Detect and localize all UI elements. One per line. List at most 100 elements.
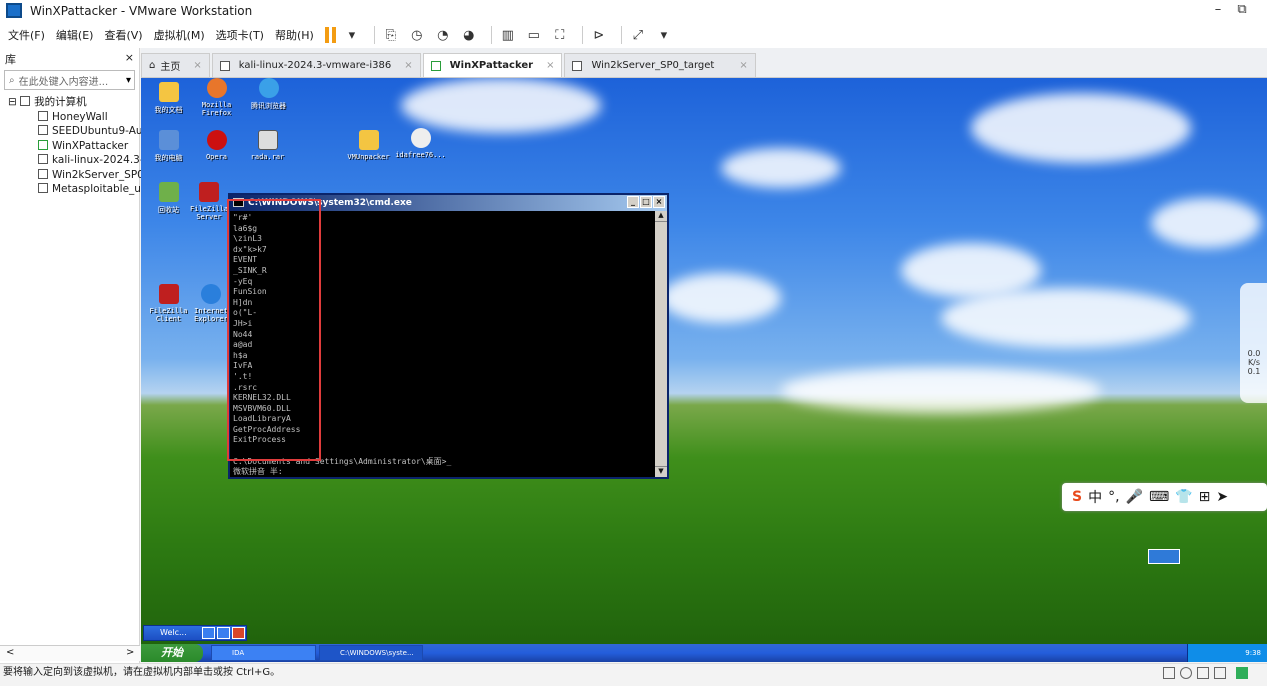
- keyboard-icon[interactable]: ⌨: [1149, 489, 1169, 505]
- minimize-icon[interactable]: [202, 627, 215, 639]
- tree-item-vm[interactable]: SEEDUbuntu9-Au: [8, 124, 143, 139]
- scroll-up-icon[interactable]: ▲: [655, 211, 667, 222]
- close-icon[interactable]: ×: [739, 60, 747, 71]
- welcome-window-minibar[interactable]: Welc...: [143, 625, 247, 641]
- antivirus-float-icon[interactable]: [1148, 549, 1180, 564]
- filezilla-icon: [158, 284, 179, 304]
- close-icon[interactable]: ×: [193, 60, 201, 71]
- search-placeholder: 在此处键入内容进...: [18, 76, 109, 88]
- close-icon[interactable]: ×: [404, 60, 412, 71]
- taskbar-item-ida[interactable]: IDA: [211, 645, 316, 661]
- skin-icon[interactable]: 👕: [1175, 489, 1192, 505]
- microphone-icon[interactable]: 🎤: [1126, 489, 1143, 505]
- revert-snapshot-icon[interactable]: ◔: [433, 25, 453, 45]
- tab-home[interactable]: ⌂ 主页 ×: [141, 53, 210, 77]
- up-speed: 0.0: [1247, 349, 1261, 358]
- chevron-down-icon[interactable]: ▾: [126, 75, 131, 86]
- folder-icon: [358, 130, 379, 150]
- close-icon[interactable]: [232, 627, 245, 639]
- stretch-icon[interactable]: ⤢: [628, 25, 648, 45]
- tree-item-my-computer[interactable]: ⊟ 我的计算机: [8, 95, 139, 110]
- chevron-down-icon[interactable]: ▾: [654, 25, 674, 45]
- search-icon: ⌕: [9, 74, 15, 86]
- maximize-icon[interactable]: [217, 627, 230, 639]
- desktop-icon-ie[interactable]: Internet Explorer: [191, 284, 231, 323]
- start-button[interactable]: 开始: [141, 644, 203, 662]
- tab-winxpattacker[interactable]: WinXPattacker ×: [422, 53, 563, 77]
- recycle-bin-icon: [158, 182, 179, 202]
- firefox-icon: [206, 78, 227, 98]
- network-speed-gauge: 0.0 K/s 0.1: [1240, 283, 1267, 403]
- network-icon[interactable]: [1214, 667, 1226, 679]
- close-icon[interactable]: ×: [546, 60, 554, 71]
- menu-view[interactable]: 查看(V): [104, 27, 142, 43]
- home-icon: ⌂: [149, 60, 156, 71]
- desktop-icon-idafree[interactable]: idafree76...: [393, 128, 448, 159]
- tab-kali[interactable]: kali-linux-2024.3-vmware-i386 ×: [211, 53, 421, 77]
- desktop-icon-filezilla-client[interactable]: FileZilla Client: [141, 284, 196, 323]
- ime-status-line: 微软拼音 半:: [233, 467, 283, 477]
- vm-running-icon: [38, 139, 48, 150]
- maximize-icon[interactable]: □: [640, 196, 652, 208]
- desktop-icon-my-computer[interactable]: 我的电脑: [141, 130, 196, 163]
- ida-icon: [410, 128, 431, 148]
- clock[interactable]: 9:38: [1245, 649, 1261, 657]
- title-bar: WinXPattacker - VMware Workstation – ⧉: [0, 0, 1267, 22]
- snapshot-manager-icon[interactable]: ◕: [459, 25, 479, 45]
- desktop-icon-rada-rar[interactable]: rada.rar: [240, 130, 295, 161]
- vm-icon: [219, 60, 230, 71]
- search-input[interactable]: ⌕ 在此处键入内容进... ▾: [4, 70, 135, 90]
- tree-item-vm[interactable]: kali-linux-2024.3-: [8, 153, 144, 168]
- menu-vm[interactable]: 虚拟机(M): [154, 27, 205, 43]
- cloud: [781, 368, 1101, 413]
- scroll-down-icon[interactable]: ▼: [655, 466, 667, 477]
- tab-win2kserver[interactable]: Win2kServer_SP0_target ×: [564, 53, 756, 77]
- close-icon[interactable]: ×: [653, 196, 665, 208]
- desktop-icon-opera[interactable]: Opera: [189, 130, 244, 161]
- scroll-left-icon[interactable]: <: [6, 647, 14, 658]
- desktop-icon-recycle-bin[interactable]: 回收站: [141, 182, 196, 215]
- vm-icon: [38, 125, 48, 135]
- send-keys-icon[interactable]: ⎘: [381, 25, 401, 45]
- chevron-down-icon[interactable]: ▾: [342, 25, 362, 45]
- desktop-icon-firefox[interactable]: Mozilla Firefox: [189, 78, 244, 117]
- sogou-logo-icon[interactable]: S: [1072, 489, 1082, 505]
- library-scrollbar[interactable]: < >: [0, 645, 140, 661]
- menu-help[interactable]: 帮助(H): [275, 27, 314, 43]
- vm-icon: [38, 168, 48, 179]
- minimize-button[interactable]: –: [1208, 2, 1228, 17]
- tree-item-vm[interactable]: Metasploitable_u: [8, 182, 141, 197]
- library-view-icon[interactable]: ▥: [498, 25, 518, 45]
- tree-item-vm[interactable]: HoneyWall: [8, 110, 139, 125]
- hdd-icon[interactable]: [1163, 667, 1175, 679]
- vm-running-icon: [430, 60, 441, 71]
- computer-icon: [20, 96, 31, 106]
- more-icon[interactable]: ➤: [1216, 489, 1228, 505]
- punctuation-icon[interactable]: °,: [1108, 489, 1119, 505]
- desktop-icon-browser[interactable]: 腾讯浏览器: [241, 78, 296, 111]
- message-icon[interactable]: [1236, 667, 1248, 679]
- fullscreen-icon[interactable]: ⛶: [550, 25, 570, 45]
- menu-edit[interactable]: 编辑(E): [56, 27, 94, 43]
- toolbox-icon[interactable]: ⊞: [1199, 489, 1211, 505]
- tree-item-vm[interactable]: WinXPattacker: [8, 139, 139, 154]
- minimize-icon[interactable]: _: [627, 196, 639, 208]
- cd-icon[interactable]: [1180, 667, 1192, 679]
- ime-chinese-toggle[interactable]: 中: [1088, 487, 1102, 507]
- close-icon[interactable]: ×: [125, 51, 134, 67]
- cmd-scrollbar[interactable]: ▲ ▼: [655, 211, 667, 477]
- snapshot-icon[interactable]: ◷: [407, 25, 427, 45]
- floppy-icon[interactable]: [1197, 667, 1209, 679]
- menu-tabs[interactable]: 选项卡(T): [216, 27, 264, 43]
- pause-icon[interactable]: [324, 27, 336, 43]
- menu-file[interactable]: 文件(F): [8, 27, 45, 43]
- scroll-right-icon[interactable]: >: [126, 647, 134, 658]
- thumbnail-view-icon[interactable]: ▭: [524, 25, 544, 45]
- restore-button[interactable]: ⧉: [1232, 2, 1252, 17]
- desktop-icon-filezilla-server[interactable]: FileZilla Server: [189, 182, 229, 221]
- tree-item-vm[interactable]: Win2kServer_SP0: [8, 168, 144, 183]
- console-view-icon[interactable]: ⊳: [589, 25, 609, 45]
- taskbar-item-cmd[interactable]: C:\WINDOWS\syste...: [319, 645, 423, 661]
- desktop-icon-my-documents[interactable]: 我的文档: [141, 82, 196, 115]
- desktop-icon-vmunpacker[interactable]: VMUnpacker: [341, 130, 396, 161]
